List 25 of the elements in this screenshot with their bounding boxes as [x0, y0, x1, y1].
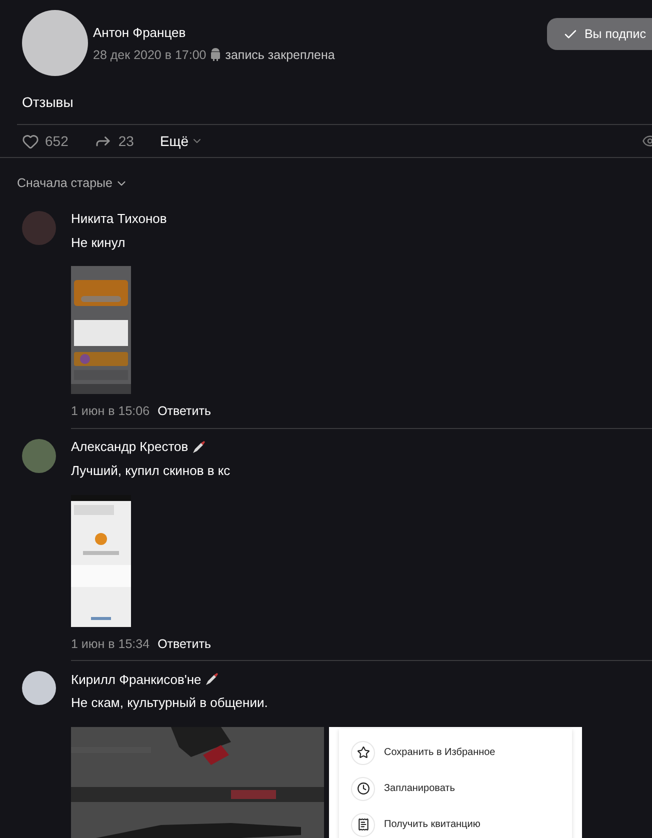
android-icon — [210, 48, 222, 62]
comment-text: Лучший, купил скинов в кс — [71, 462, 232, 480]
share-button[interactable]: 23 — [94, 130, 134, 152]
like-button[interactable]: 652 — [22, 130, 68, 152]
reply-link[interactable]: Ответить — [158, 402, 211, 421]
star-icon — [356, 746, 370, 760]
pinned-note: запись закреплена — [225, 46, 335, 64]
subscribed-button[interactable]: Вы подпис — [547, 18, 652, 50]
comment-date: 1 июн в 15:34 — [71, 636, 150, 652]
author-name[interactable]: Антон Францев — [93, 23, 335, 42]
clock-icon — [356, 782, 370, 796]
sort-dropdown[interactable]: Сначала старые — [17, 174, 128, 193]
receipt-icon — [356, 818, 370, 832]
comment-text: Не кинул — [71, 234, 126, 252]
comment-date: 1 июн в 15:06 — [71, 403, 150, 420]
reply-link[interactable]: Ответить — [158, 634, 211, 654]
heart-icon — [22, 132, 39, 150]
comment-text: Не скам, культурный в общении. — [71, 694, 269, 712]
more-button[interactable]: Ещё — [160, 130, 203, 152]
post-date: 28 дек 2020 в 17:00 — [93, 46, 206, 64]
commenter-name[interactable]: Кирилл Франкисов'не — [71, 670, 202, 689]
post-text: Отзывы — [22, 93, 74, 112]
commenter-name[interactable]: Никита Тихонов — [71, 209, 167, 228]
avatar[interactable] — [22, 671, 56, 706]
commenter-name[interactable]: Александр Крестов — [71, 437, 188, 457]
